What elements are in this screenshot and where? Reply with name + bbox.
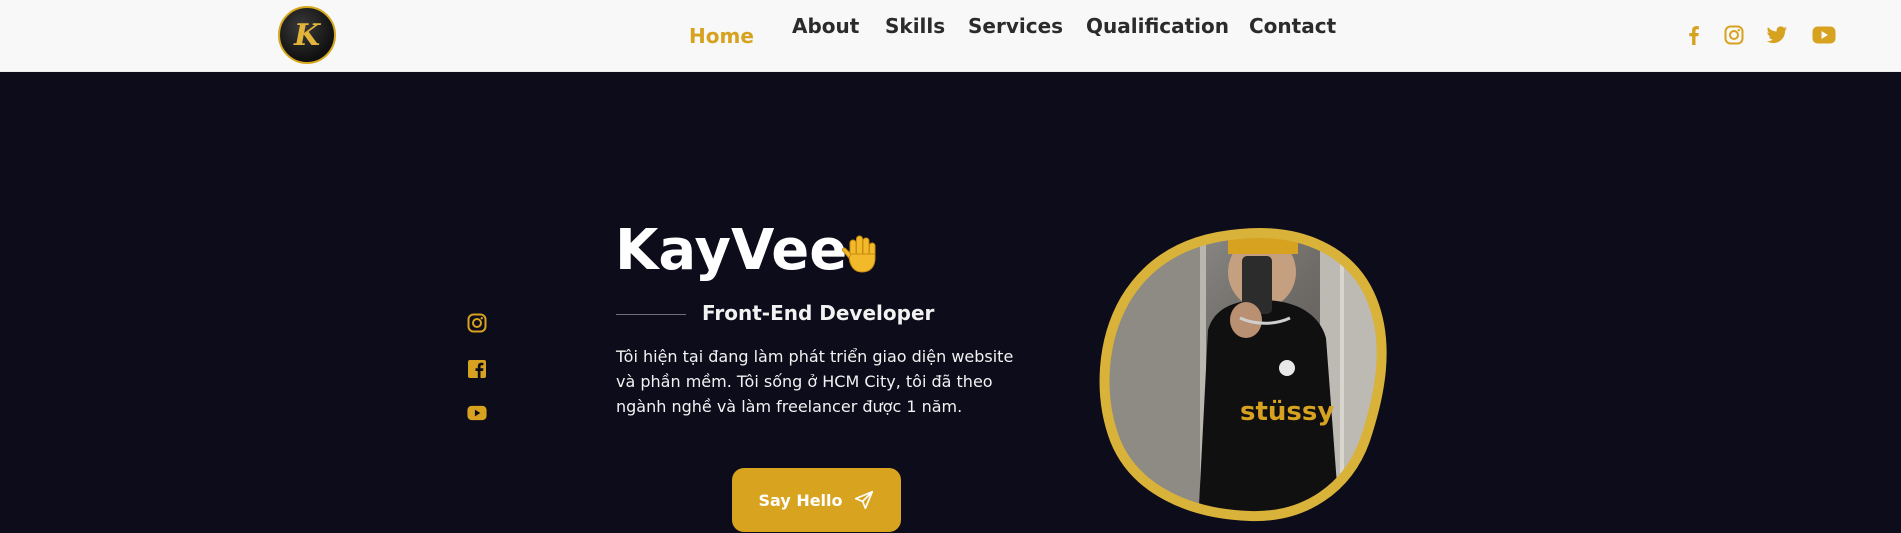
profile-blob: stüssy <box>1090 220 1394 525</box>
nav-services[interactable]: Services <box>968 14 1063 38</box>
facebook-icon[interactable] <box>1684 24 1704 46</box>
subtitle-divider <box>616 314 686 315</box>
waving-hand-icon <box>838 232 882 276</box>
instagram-icon[interactable] <box>467 313 489 335</box>
shirt-logo-text: stüssy <box>1240 397 1334 427</box>
nav-contact[interactable]: Contact <box>1249 14 1336 38</box>
logo[interactable]: K <box>278 6 336 64</box>
nav-qualification[interactable]: Qualification <box>1086 14 1229 38</box>
logo-letter: K <box>293 17 321 53</box>
youtube-icon[interactable] <box>1812 25 1836 45</box>
send-icon <box>853 489 875 511</box>
say-hello-button[interactable]: Say Hello <box>732 468 901 532</box>
twitter-icon[interactable] <box>1766 26 1788 45</box>
say-hello-label: Say Hello <box>758 490 843 510</box>
facebook-icon[interactable] <box>467 359 489 381</box>
nav-about[interactable]: About <box>792 14 859 38</box>
hero-name: KayVee <box>615 218 848 283</box>
youtube-icon[interactable] <box>467 405 489 427</box>
profile-image: stüssy <box>1099 228 1387 522</box>
site-header: K Home About Skills Services Qualificati… <box>0 0 1901 72</box>
instagram-icon[interactable] <box>1724 25 1744 45</box>
hero-subtitle: Front-End Developer <box>702 301 935 325</box>
nav-skills[interactable]: Skills <box>885 14 945 38</box>
nav-home[interactable]: Home <box>689 24 754 48</box>
hero-description: Tôi hiện tại đang làm phát triển giao di… <box>616 347 1014 416</box>
